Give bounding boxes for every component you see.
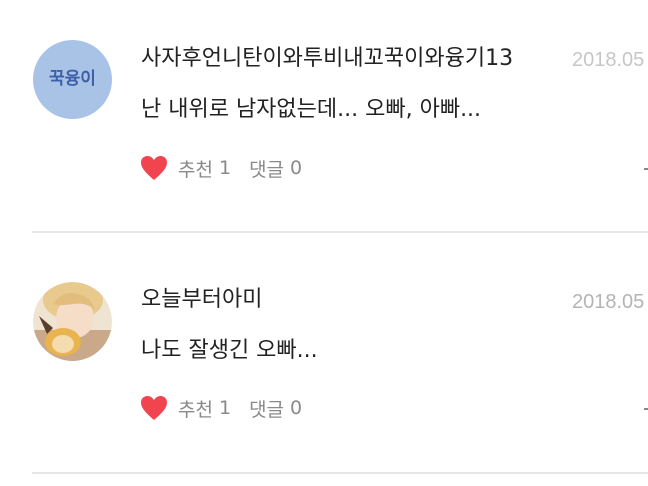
comment-text: 나도 잘생긴 오빠... — [141, 338, 318, 363]
comment-item: 오늘부터아미 2018.05 나도 잘생긴 오빠... 추천 1 댓글 0 — [0, 242, 648, 474]
avatar[interactable]: 꾹융이 — [33, 40, 112, 119]
comment-item: 꾹융이 사자후언니탄이와투비내꼬꾹이와융기13 2018.05 난 내위로 남자… — [0, 0, 648, 232]
more-options-indicator[interactable] — [644, 408, 648, 410]
reply-count: 0 — [290, 397, 303, 419]
heart-icon[interactable] — [140, 395, 168, 421]
avatar[interactable] — [33, 282, 112, 361]
like-count: 1 — [218, 397, 232, 419]
divider — [32, 231, 648, 233]
divider — [32, 472, 648, 474]
like-label[interactable]: 추천 — [178, 395, 213, 422]
reply-label[interactable]: 댓글 — [249, 395, 284, 422]
avatar-text: 꾹융이 — [49, 69, 96, 89]
reply-count: 0 — [290, 157, 303, 179]
more-options-indicator[interactable] — [644, 168, 648, 170]
comment-text: 난 내위로 남자없는데... 오빠, 아빠... — [141, 97, 482, 122]
like-label[interactable]: 추천 — [178, 155, 213, 182]
comment-actions: 추천 1 댓글 0 — [140, 392, 302, 424]
comment-date: 2018.05 — [572, 49, 645, 71]
comment-date: 2018.05 — [572, 291, 645, 313]
comment-actions: 추천 1 댓글 0 — [140, 152, 302, 184]
like-count: 1 — [218, 157, 232, 179]
comment-username[interactable]: 사자후언니탄이와투비내꼬꾹이와융기13 — [141, 44, 513, 74]
heart-icon[interactable] — [140, 155, 168, 181]
comment-username[interactable]: 오늘부터아미 — [141, 285, 262, 315]
reply-label[interactable]: 댓글 — [249, 155, 284, 182]
